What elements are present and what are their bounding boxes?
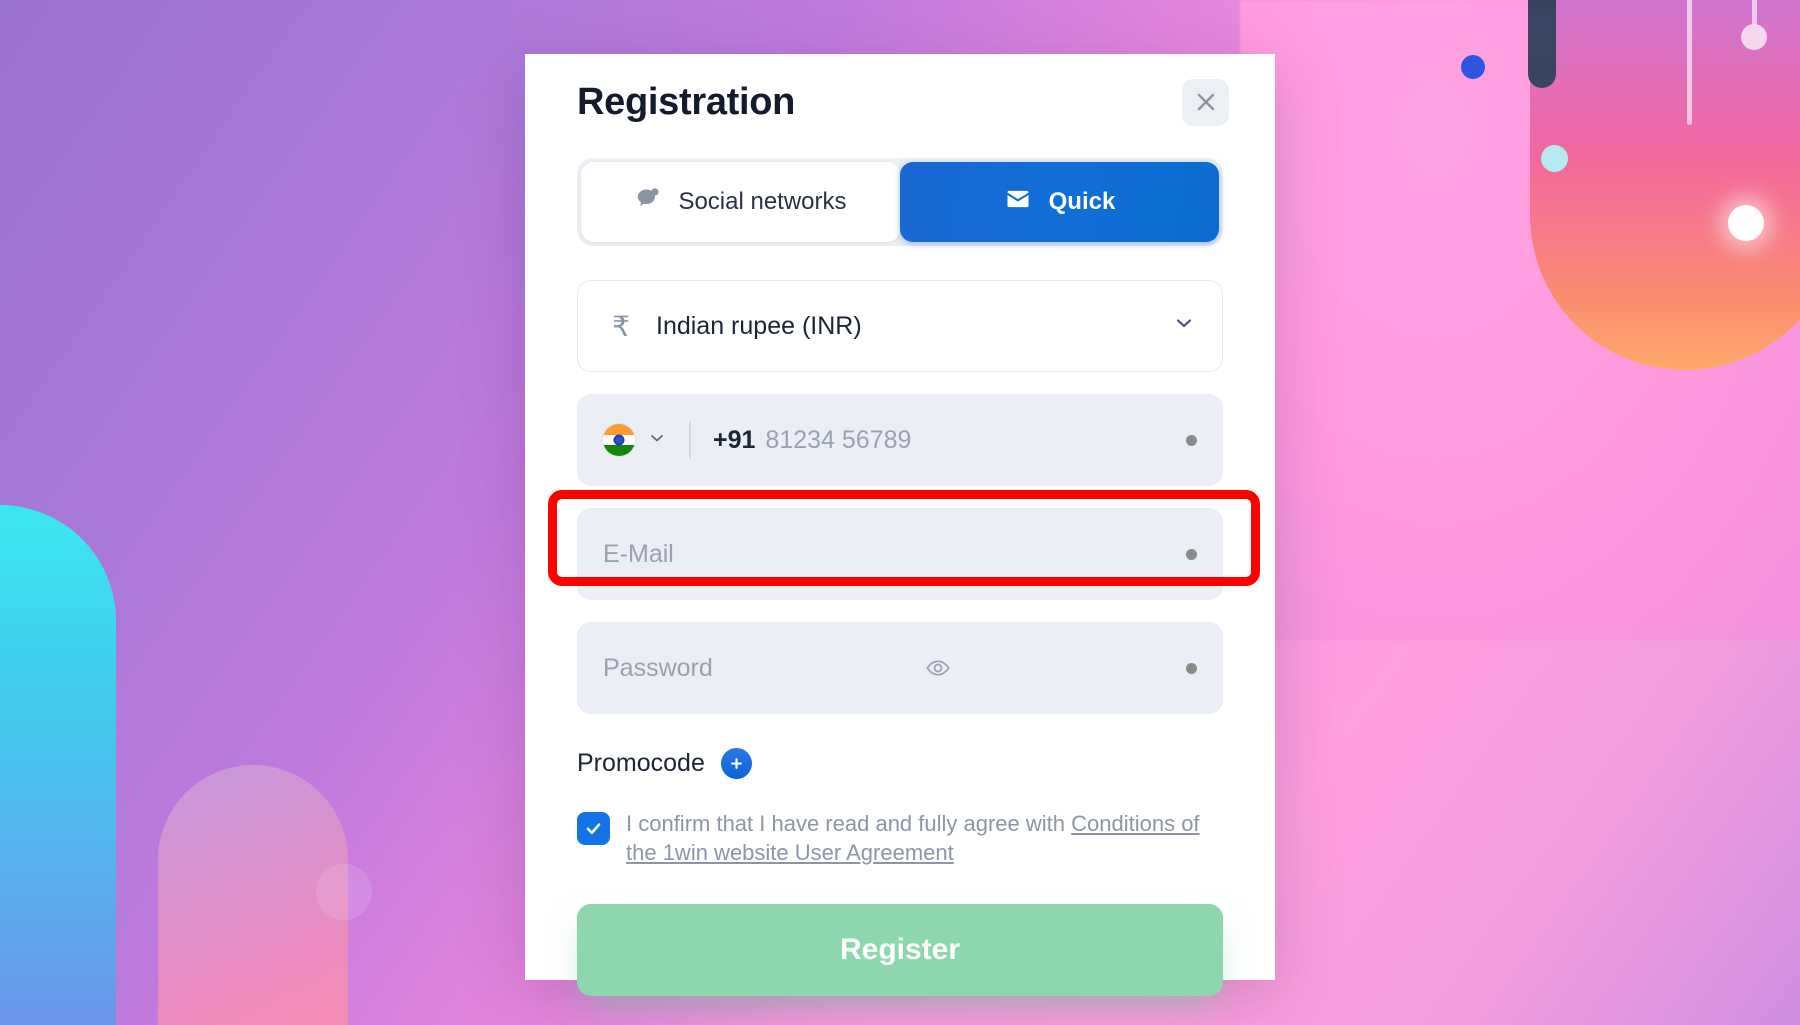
india-flag-icon	[603, 424, 635, 456]
phone-field[interactable]: +91 81234 56789	[577, 394, 1223, 486]
agreement-text-prefix: I confirm that I have read and fully agr…	[626, 811, 1072, 836]
password-input-placeholder: Password	[603, 653, 713, 682]
background-dot-blue	[1461, 55, 1485, 79]
email-field[interactable]: E-Mail	[577, 508, 1223, 600]
envelope-icon	[1004, 185, 1032, 220]
background-string-line	[1687, 0, 1692, 125]
page-title: Registration	[577, 80, 796, 123]
country-chevron-down-icon[interactable]	[647, 426, 667, 455]
rupee-icon: ₹	[612, 310, 630, 342]
plus-icon	[730, 758, 742, 769]
currency-select[interactable]: ₹ Indian rupee (INR)	[577, 280, 1223, 372]
phone-divider	[689, 421, 691, 459]
promocode-row: Promocode	[577, 748, 1223, 779]
password-status-dot	[1185, 662, 1197, 674]
background-dot-white	[1728, 205, 1764, 241]
tab-quick[interactable]: Quick	[900, 162, 1219, 242]
agreement-checkbox[interactable]	[577, 812, 610, 845]
password-field[interactable]: Password	[577, 622, 1223, 714]
email-status-dot	[1186, 548, 1197, 560]
background-warm-column	[1530, 0, 1800, 370]
agreement-row: I confirm that I have read and fully agr…	[577, 809, 1223, 868]
agreement-text: I confirm that I have read and fully agr…	[626, 809, 1223, 868]
registration-method-tabs: Social networks Quick	[577, 158, 1223, 246]
promocode-add-button[interactable]	[720, 748, 752, 779]
background-navy-bar	[1528, 0, 1556, 88]
tab-social-networks-label: Social networks	[678, 188, 847, 215]
close-icon	[1194, 90, 1218, 114]
register-button[interactable]: Register	[577, 903, 1223, 996]
background-dot-cyan	[1541, 145, 1568, 172]
phone-country-code: +91	[713, 425, 756, 454]
tab-quick-label: Quick	[1048, 188, 1116, 215]
eye-icon[interactable]	[925, 655, 951, 681]
background-cyan-arch	[0, 505, 116, 1025]
chevron-down-icon	[1172, 311, 1196, 342]
background-soft-circle	[316, 864, 372, 920]
chat-bubble-icon	[634, 185, 661, 219]
background-string-line	[1752, 0, 1757, 25]
promocode-label: Promocode	[577, 749, 705, 777]
close-button[interactable]	[1182, 78, 1229, 126]
background-string-knob	[1741, 24, 1767, 50]
modal-header: Registration	[555, 54, 1245, 136]
tab-social-networks[interactable]: Social networks	[581, 162, 900, 242]
phone-input-placeholder: 81234 56789	[765, 425, 912, 454]
currency-select-value: Indian rupee (INR)	[656, 311, 862, 340]
registration-modal: Registration Social networks Quick ₹ Ind…	[525, 54, 1275, 996]
phone-status-dot	[1186, 434, 1197, 446]
email-input-placeholder: E-Mail	[603, 539, 674, 568]
